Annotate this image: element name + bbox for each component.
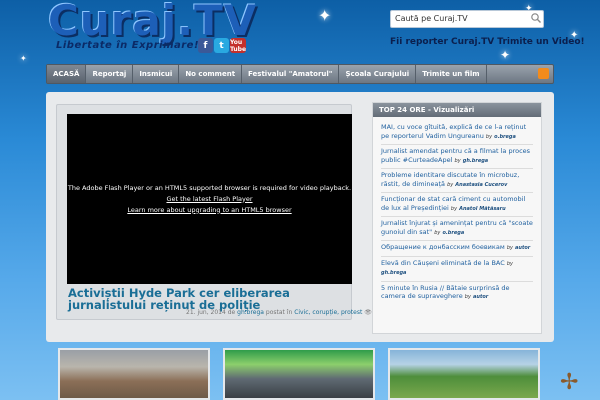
nav-item-scoala[interactable]: Școala Curajului [339, 65, 417, 83]
nav-item-home[interactable]: ACASĂ [47, 65, 87, 83]
list-item-author[interactable]: o.brega [442, 230, 464, 236]
windmill-icon: ✢ [560, 370, 579, 395]
sparkle-icon: ✦ [500, 48, 511, 62]
reporter-link[interactable]: Fii reporter Curaj.TV Trimite un Video! [390, 37, 585, 47]
article-title[interactable]: Activiștii Hyde Park cer eliberarea jurn… [68, 287, 358, 311]
rss-icon[interactable] [538, 68, 549, 79]
list-item[interactable]: MAI, cu voce gîtuită, explică de ce l-a … [381, 121, 533, 145]
video-player[interactable]: The Adobe Flash Player or an HTML5 suppo… [67, 114, 352, 284]
nav-item-reportaj[interactable]: Reportaj [86, 65, 134, 83]
by-label: by [506, 260, 513, 267]
views-icon: 👁 [364, 309, 372, 316]
by-label: by [450, 205, 458, 212]
by-label: by [464, 294, 471, 300]
by-label: by [506, 245, 513, 251]
search-icon[interactable] [530, 12, 542, 24]
list-item[interactable]: Jurnalist înjurat și amenințat pentru că… [381, 217, 533, 241]
sparkle-icon: ✦ [318, 6, 332, 25]
flash-player-link[interactable]: Get the latest Flash Player [166, 194, 252, 205]
article-categories[interactable]: Civic, corupție, protest [294, 309, 362, 316]
by-label: by [485, 133, 493, 140]
list-item-author[interactable]: Anatol Mătăsaru [459, 206, 506, 212]
nav-item-insmicui[interactable]: Insmicui [133, 65, 180, 83]
list-item-title[interactable]: Обращение к донбасским боевикам [381, 243, 505, 251]
article-author[interactable]: gh.brega [237, 309, 264, 316]
site-slogan: Libertate în Exprimare! [56, 40, 200, 51]
video-thumbnail[interactable] [388, 348, 540, 400]
main-nav: ACASĂ Reportaj Insmicui No comment Festi… [46, 64, 554, 84]
list-item[interactable]: Funcționar de stat cară ciment cu automo… [381, 193, 533, 217]
player-message: The Adobe Flash Player or an HTML5 suppo… [67, 183, 352, 192]
article-date: 21. jun, 2014 de [186, 309, 236, 316]
list-item-title[interactable]: Elevă din Căușeni eliminată de la BAC [381, 259, 505, 267]
nav-item-no-comment[interactable]: No comment [179, 65, 243, 83]
nav-item-trimite[interactable]: Trimite un film [416, 65, 487, 83]
youtube-icon[interactable]: You Tube [230, 38, 246, 53]
sparkle-icon: ✦ [20, 54, 27, 63]
list-item-author[interactable]: gh.brega [381, 270, 406, 276]
by-label: by [447, 181, 454, 188]
twitter-icon[interactable]: t [214, 38, 229, 53]
list-item[interactable]: Jurnalist amendat pentru că a filmat la … [381, 145, 533, 169]
top-24h-sidebar: TOP 24 ORE - Vizualizări MAI, cu voce gî… [372, 102, 542, 334]
by-label: by [434, 229, 441, 236]
by-label: by [454, 157, 461, 164]
facebook-icon[interactable]: f [198, 38, 213, 53]
search-input[interactable]: Caută pe Curaj.TV [390, 10, 544, 28]
posted-in-label: postat în [265, 309, 293, 316]
list-item[interactable]: Обращение к донбасским боевикам by autor [381, 241, 533, 257]
video-thumbnail[interactable] [223, 348, 375, 400]
list-item-author[interactable]: Anastasia Cucerov [455, 182, 507, 188]
list-item-author[interactable]: autor [473, 294, 488, 300]
list-item-author[interactable]: autor [515, 245, 530, 251]
sidebar-title: TOP 24 ORE - Vizualizări [373, 103, 541, 117]
list-item-author[interactable]: gh.brega [463, 158, 488, 164]
article-meta: 21. jun, 2014 de gh.brega postat în Civi… [186, 309, 402, 316]
list-item[interactable]: Elevă din Căușeni eliminată de la BAC by… [381, 257, 533, 282]
list-item-title[interactable]: 5 minute în Rusia // Bătaie surprinsă de… [381, 284, 510, 301]
list-item[interactable]: Probleme identitare discutate în microbu… [381, 169, 533, 193]
list-item[interactable]: 5 minute în Rusia // Bătaie surprinsă de… [381, 282, 533, 305]
social-links: f t You Tube [198, 38, 246, 53]
html5-upgrade-link[interactable]: Learn more about upgrading to an HTML5 b… [127, 205, 291, 216]
list-item-author[interactable]: o.brega [494, 134, 516, 140]
video-thumbnail[interactable] [58, 348, 210, 400]
main-content: The Adobe Flash Player or an HTML5 suppo… [46, 92, 554, 342]
nav-item-festival[interactable]: Festivalul "Amatorul" [242, 65, 340, 83]
